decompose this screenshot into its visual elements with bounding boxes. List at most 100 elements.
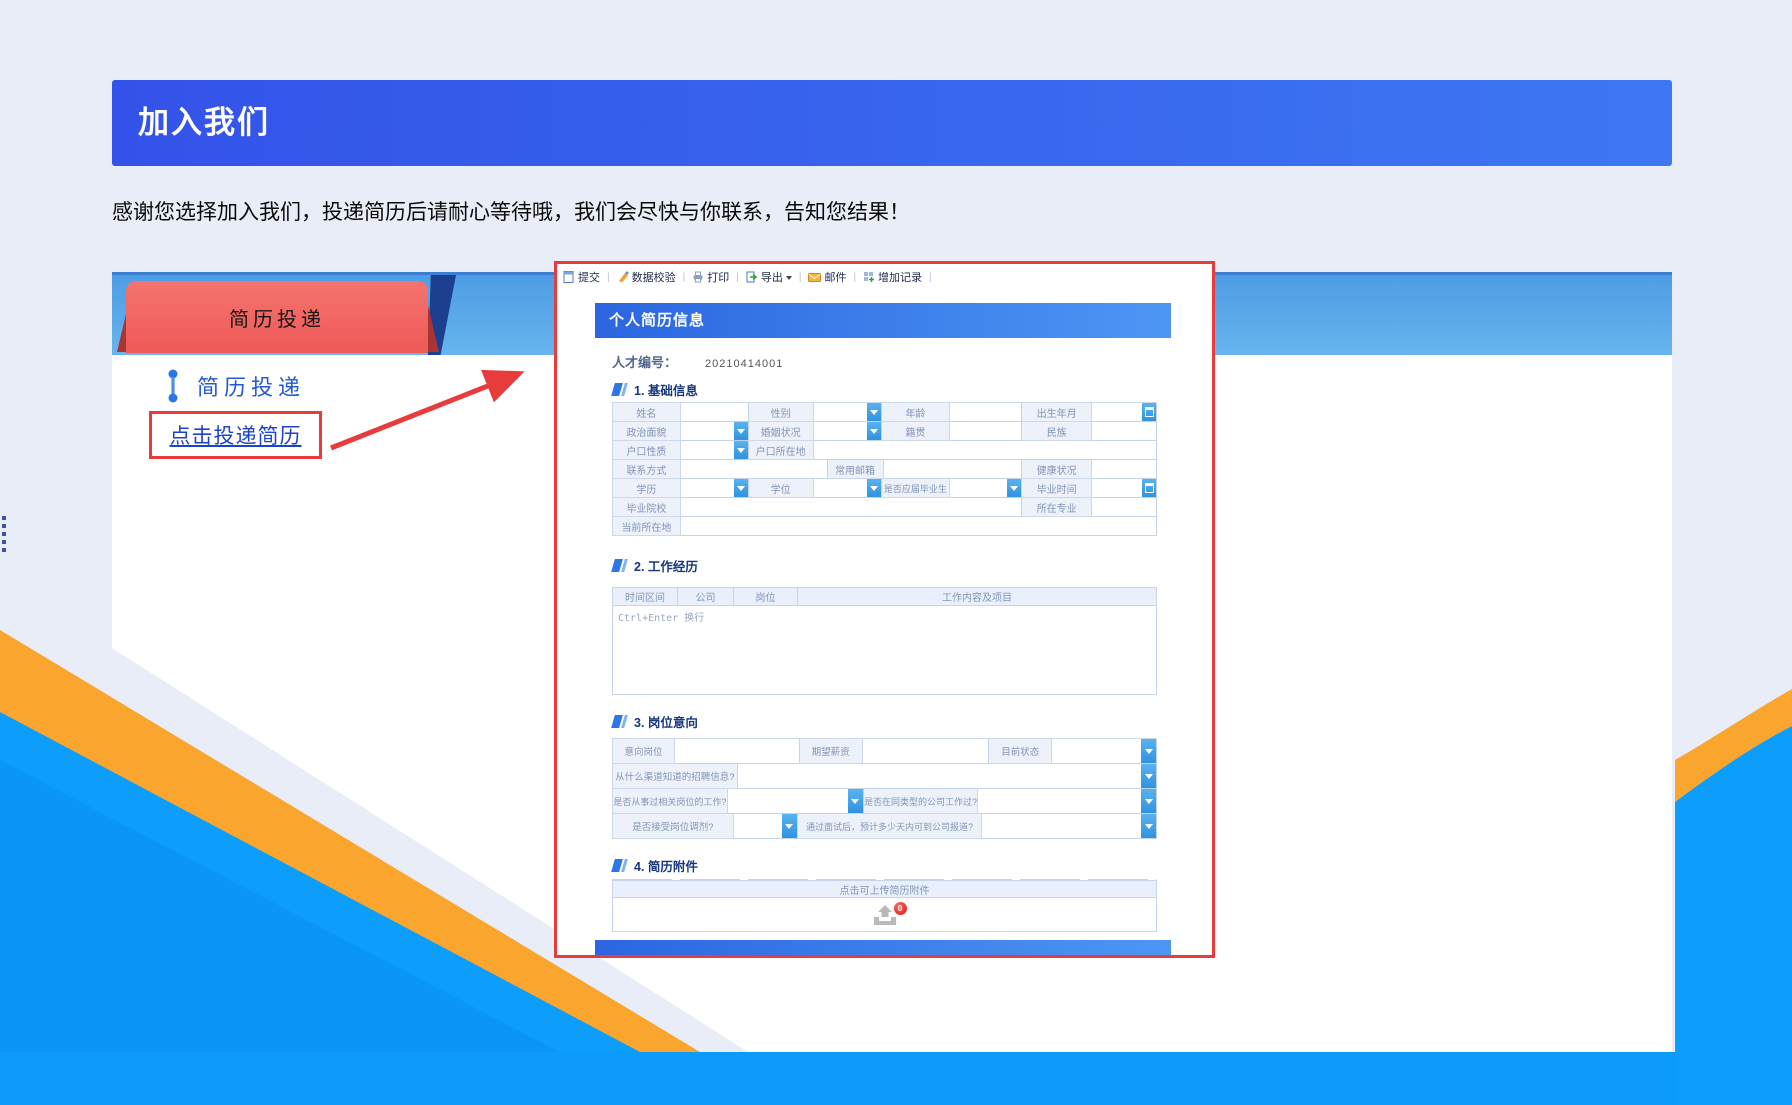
submit-doc-icon: [563, 271, 574, 283]
caret-down-icon[interactable]: [781, 814, 797, 838]
label-hukou-location: 户口所在地: [748, 441, 814, 460]
accept-adjustment-select[interactable]: [733, 814, 798, 839]
label-contact: 联系方式: [613, 460, 681, 479]
sidebar-item-resume[interactable]: 简历投递: [167, 369, 305, 403]
toolbar-separator: |: [929, 271, 932, 283]
caret-down-icon[interactable]: [1007, 479, 1022, 497]
target-position-input[interactable]: [674, 739, 800, 764]
caret-down-icon[interactable]: [733, 441, 748, 459]
label-current-location: 当前所在地: [613, 517, 681, 536]
label-hukou-type: 户口性质: [613, 441, 681, 460]
ethnicity-input[interactable]: [1092, 422, 1157, 441]
grid-row: 意向岗位 期望薪资 目前状态: [613, 739, 1158, 764]
work-table-header: 时间区间 公司 岗位 工作内容及项目: [612, 587, 1157, 606]
basic-info-grid: 姓名 性别 年龄 出生年月 政治面貌 婚姻状况 籍贯 民族 户口性质 户口所在地…: [612, 402, 1157, 536]
current-location-input[interactable]: [680, 517, 1157, 536]
label-report-days: 通过面试后，预计多少天内可到公司报道?: [797, 814, 983, 839]
form-title: 个人简历信息: [609, 312, 706, 329]
related-experience-select[interactable]: [727, 789, 864, 814]
current-status-select[interactable]: [1052, 739, 1158, 764]
channel-select[interactable]: [737, 764, 1157, 789]
attachment-count-badge: 0: [893, 901, 907, 915]
page-title-text: 加入我们: [138, 105, 270, 140]
label-related-experience: 是否从事过相关岗位的工作?: [613, 789, 728, 814]
section-slash-icon: [612, 559, 627, 572]
red-arrow: [330, 369, 525, 451]
section-resume-attachment: 4. 简历附件: [612, 857, 1171, 874]
submit-button[interactable]: 提交: [563, 269, 600, 285]
upload-drop-area[interactable]: 0: [612, 898, 1157, 932]
school-input[interactable]: [680, 498, 1023, 517]
upload-tray-icon: 0: [872, 901, 907, 926]
label-health: 健康状况: [1022, 460, 1093, 479]
caret-down-icon[interactable]: [866, 479, 881, 497]
col-time-range: 时间区间: [613, 588, 678, 605]
print-button[interactable]: 打印: [692, 269, 729, 285]
click-submit-resume-link[interactable]: 点击投递简历: [170, 420, 302, 450]
mail-button[interactable]: 邮件: [808, 269, 846, 285]
health-input[interactable]: [1092, 460, 1157, 479]
caret-down-icon[interactable]: [1141, 764, 1156, 788]
add-record-button[interactable]: 增加记录: [863, 269, 922, 285]
col-work-content: 工作内容及项目: [942, 593, 1012, 604]
caret-down-icon[interactable]: [733, 479, 748, 497]
fresh-graduate-select[interactable]: [950, 479, 1023, 498]
grid-row: 是否从事过相关岗位的工作? 是否在同类型的公司工作过?: [613, 789, 1158, 814]
collapse-handle[interactable]: [2, 516, 6, 552]
expected-salary-input[interactable]: [862, 739, 990, 764]
native-place-input[interactable]: [950, 422, 1023, 441]
degree-select[interactable]: [813, 479, 882, 498]
tab-resume-submit[interactable]: 简历投递: [126, 281, 428, 353]
grid-row: 毕业院校 所在专业: [613, 498, 1157, 517]
caret-down-icon[interactable]: [733, 422, 748, 440]
click-submit-resume-box[interactable]: 点击投递简历: [149, 411, 322, 459]
caret-down-icon[interactable]: [1141, 789, 1157, 813]
label-expected-salary: 期望薪资: [799, 739, 863, 764]
label-major: 所在专业: [1022, 498, 1093, 517]
gender-select[interactable]: [813, 403, 882, 422]
toolbar-separator: |: [736, 271, 739, 283]
hukou-location-input[interactable]: [813, 441, 1157, 460]
work-history-textarea[interactable]: [612, 606, 1157, 695]
caret-down-icon[interactable]: [847, 789, 863, 813]
label-channel: 从什么渠道知道的招聘信息?: [613, 764, 738, 789]
name-input[interactable]: [680, 403, 749, 422]
caret-down-icon[interactable]: [866, 422, 881, 440]
caret-down-icon[interactable]: [866, 403, 881, 421]
caret-down-icon[interactable]: [1141, 814, 1156, 838]
label-email: 常用邮箱: [827, 460, 884, 479]
upload-attachment-button[interactable]: 点击可上传简历附件: [612, 880, 1157, 898]
data-validate-button[interactable]: 数据校验: [617, 269, 676, 285]
section-slash-icon: [612, 715, 627, 728]
tab-label: 简历投递: [229, 308, 325, 331]
major-input[interactable]: [1092, 498, 1157, 517]
age-input[interactable]: [950, 403, 1023, 422]
grid-row: 户口性质 户口所在地: [613, 441, 1157, 460]
calendar-icon[interactable]: [1142, 479, 1156, 497]
calendar-icon[interactable]: [1142, 403, 1156, 421]
grid-row: 政治面貌 婚姻状况 籍贯 民族: [613, 422, 1157, 441]
report-days-select[interactable]: [982, 814, 1157, 839]
contact-input[interactable]: [680, 460, 828, 479]
sidebar-item-label: 简历投递: [197, 375, 306, 400]
section-slash-icon: [612, 859, 627, 872]
email-input[interactable]: [883, 460, 1023, 479]
same-type-company-select[interactable]: [978, 789, 1158, 814]
col-position: 岗位: [734, 588, 798, 605]
resume-form-screenshot: 提交 | 数据校验 | 打印 | 导出 | 邮件 | 增加记录 | 个人简历信息…: [554, 261, 1215, 958]
hukou-type-select[interactable]: [680, 441, 749, 460]
label-same-type-company: 是否在同类型的公司工作过?: [863, 789, 979, 814]
caret-down-icon[interactable]: [1141, 739, 1157, 763]
label-education: 学历: [613, 479, 681, 498]
marital-select[interactable]: [813, 422, 882, 441]
education-select[interactable]: [680, 479, 749, 498]
grid-row: 当前所在地: [613, 517, 1157, 536]
political-select[interactable]: [680, 422, 749, 441]
export-button[interactable]: 导出: [746, 269, 792, 285]
talent-number-row: 人才编号： 20210414001: [612, 352, 1171, 370]
grid-row: 从什么渠道知道的招聘信息?: [613, 764, 1157, 789]
section-basic-info: 1. 基础信息: [612, 381, 1171, 398]
grid-row: 学历 学位 是否应届毕业生 毕业时间: [613, 479, 1157, 498]
graduation-date-field[interactable]: [1092, 479, 1157, 498]
birth-date-field[interactable]: [1092, 403, 1157, 422]
